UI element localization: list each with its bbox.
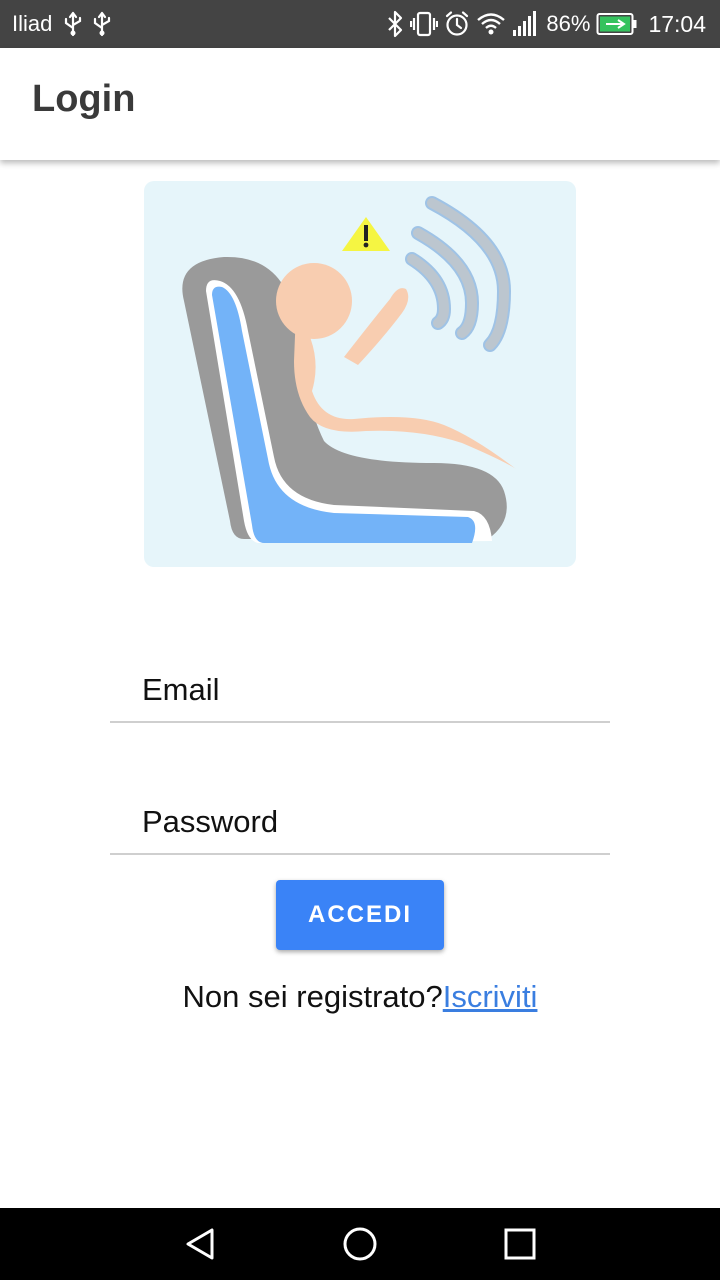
password-field[interactable] bbox=[110, 793, 610, 855]
warning-icon bbox=[342, 217, 390, 251]
bluetooth-icon bbox=[388, 10, 403, 38]
battery-charging-icon bbox=[596, 13, 637, 35]
clock: 17:04 bbox=[648, 11, 706, 37]
recents-icon[interactable] bbox=[500, 1224, 540, 1264]
status-bar: Iliad 86% 17:04 bbox=[0, 0, 720, 48]
carrier-name: Iliad bbox=[12, 11, 53, 36]
child-car-seat-illustration bbox=[182, 196, 516, 543]
hero-illustration bbox=[144, 181, 576, 567]
page-title: Login bbox=[32, 78, 136, 120]
wifi-icon bbox=[477, 13, 506, 35]
battery-percent: 86% bbox=[546, 11, 591, 36]
navigation-bar bbox=[0, 1208, 720, 1280]
register-prompt-text: Non sei registrato? bbox=[182, 979, 443, 1014]
email-input[interactable] bbox=[142, 665, 582, 715]
vibrate-icon bbox=[410, 11, 439, 37]
email-field[interactable] bbox=[110, 661, 610, 723]
back-icon[interactable] bbox=[180, 1224, 220, 1264]
usb-icon bbox=[93, 11, 111, 37]
register-link[interactable]: Iscriviti bbox=[443, 979, 538, 1014]
app-bar: Login bbox=[0, 48, 720, 160]
status-icons: 86% 17:04 bbox=[386, 8, 706, 40]
login-button[interactable]: ACCEDI bbox=[276, 880, 444, 950]
home-icon[interactable] bbox=[340, 1224, 380, 1264]
password-input[interactable] bbox=[142, 797, 582, 847]
usb-icon bbox=[64, 11, 82, 37]
register-prompt: Non sei registrato?Iscriviti bbox=[0, 979, 720, 1015]
alarm-icon bbox=[446, 11, 469, 36]
signal-icon bbox=[513, 11, 537, 36]
